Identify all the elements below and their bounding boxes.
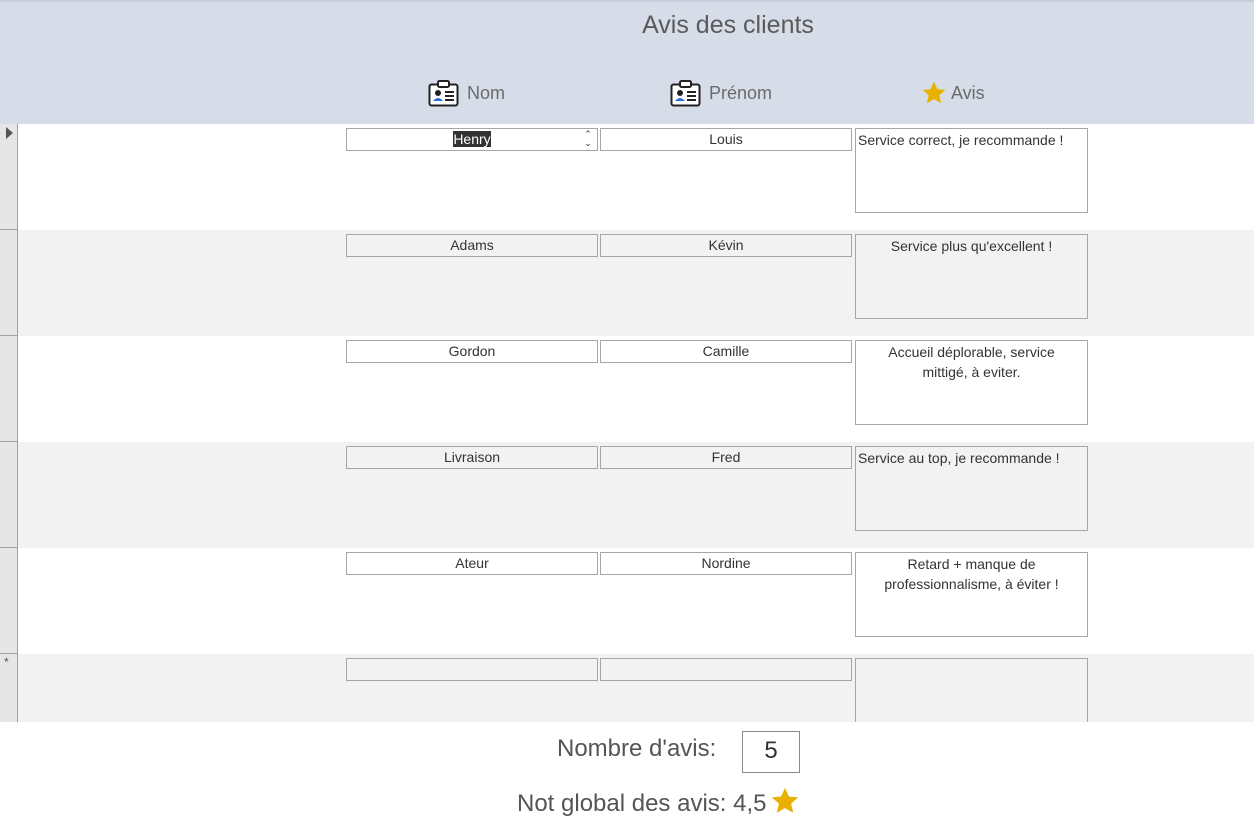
column-header-avis: Avis xyxy=(921,78,985,108)
nom-field[interactable]: Adams xyxy=(346,234,598,257)
review-count-box[interactable]: 5 xyxy=(742,731,800,773)
contact-card-icon xyxy=(428,79,459,107)
avis-field[interactable]: Retard + manque de professionnalisme, à … xyxy=(855,552,1088,637)
prenom-field[interactable]: Nordine xyxy=(600,552,852,575)
avis-field[interactable]: Service plus qu'excellent ! xyxy=(855,234,1088,319)
avis-field[interactable]: Service au top, je recommande ! xyxy=(855,446,1088,531)
new-record-row: * xyxy=(0,654,1254,722)
column-header-label: Prénom xyxy=(709,82,773,103)
record-selector[interactable] xyxy=(0,336,18,442)
record-row: Ateur Nordine Retard + manque de profess… xyxy=(0,548,1254,654)
spin-arrows-icon[interactable]: ⌃ ⌄ xyxy=(583,130,593,150)
current-record-icon xyxy=(6,127,13,139)
record-selector[interactable] xyxy=(0,124,18,230)
record-row: Livraison Fred Service au top, je recomm… xyxy=(0,442,1254,548)
records-list: Henry ⌃ ⌄ Louis Service correct, je recom… xyxy=(0,124,1254,722)
prenom-field[interactable] xyxy=(600,658,852,681)
star-icon xyxy=(921,80,947,106)
record-selector[interactable]: * xyxy=(0,654,18,722)
nom-field[interactable]: Gordon xyxy=(346,340,598,363)
review-count: Nombre d'avis: 5 xyxy=(0,731,1254,773)
record-selector[interactable] xyxy=(0,442,18,548)
review-count-label: Nombre d'avis: xyxy=(557,735,717,762)
column-header-nom: Nom xyxy=(428,78,505,108)
record-selector[interactable] xyxy=(0,230,18,336)
column-header-label: Nom xyxy=(467,82,506,103)
prenom-field[interactable]: Fred xyxy=(600,446,852,469)
new-record-marker: * xyxy=(4,655,9,669)
nom-field[interactable]: Henry ⌃ ⌄ xyxy=(346,128,598,151)
nom-field[interactable]: Livraison xyxy=(346,446,598,469)
overall-rating-label: Not global des avis: 4,5 xyxy=(517,790,767,817)
prenom-field[interactable]: Louis xyxy=(600,128,852,151)
record-row: Henry ⌃ ⌄ Louis Service correct, je recom… xyxy=(0,124,1254,230)
column-header-prenom: Prénom xyxy=(670,78,772,108)
avis-field[interactable]: Service correct, je recommande ! xyxy=(855,128,1088,213)
overall-rating: Not global des avis: 4,5 xyxy=(517,787,800,821)
star-icon xyxy=(770,786,800,823)
avis-field[interactable]: Accueil déplorable, service mittigé, à e… xyxy=(855,340,1088,425)
record-row: Adams Kévin Service plus qu'excellent ! xyxy=(0,230,1254,336)
prenom-field[interactable]: Camille xyxy=(600,340,852,363)
record-selector[interactable] xyxy=(0,548,18,654)
record-row: Gordon Camille Accueil déplorable, servi… xyxy=(0,336,1254,442)
contact-card-icon xyxy=(670,79,701,107)
form-title: Avis des clients xyxy=(642,11,814,39)
nom-field[interactable] xyxy=(346,658,598,681)
nom-value: Henry xyxy=(453,131,491,147)
column-header-label: Avis xyxy=(951,82,985,103)
prenom-field[interactable]: Kévin xyxy=(600,234,852,257)
avis-field[interactable] xyxy=(855,658,1088,722)
form-header: Avis des clients Nom Prénom Avis xyxy=(0,0,1254,124)
nom-field[interactable]: Ateur xyxy=(346,552,598,575)
